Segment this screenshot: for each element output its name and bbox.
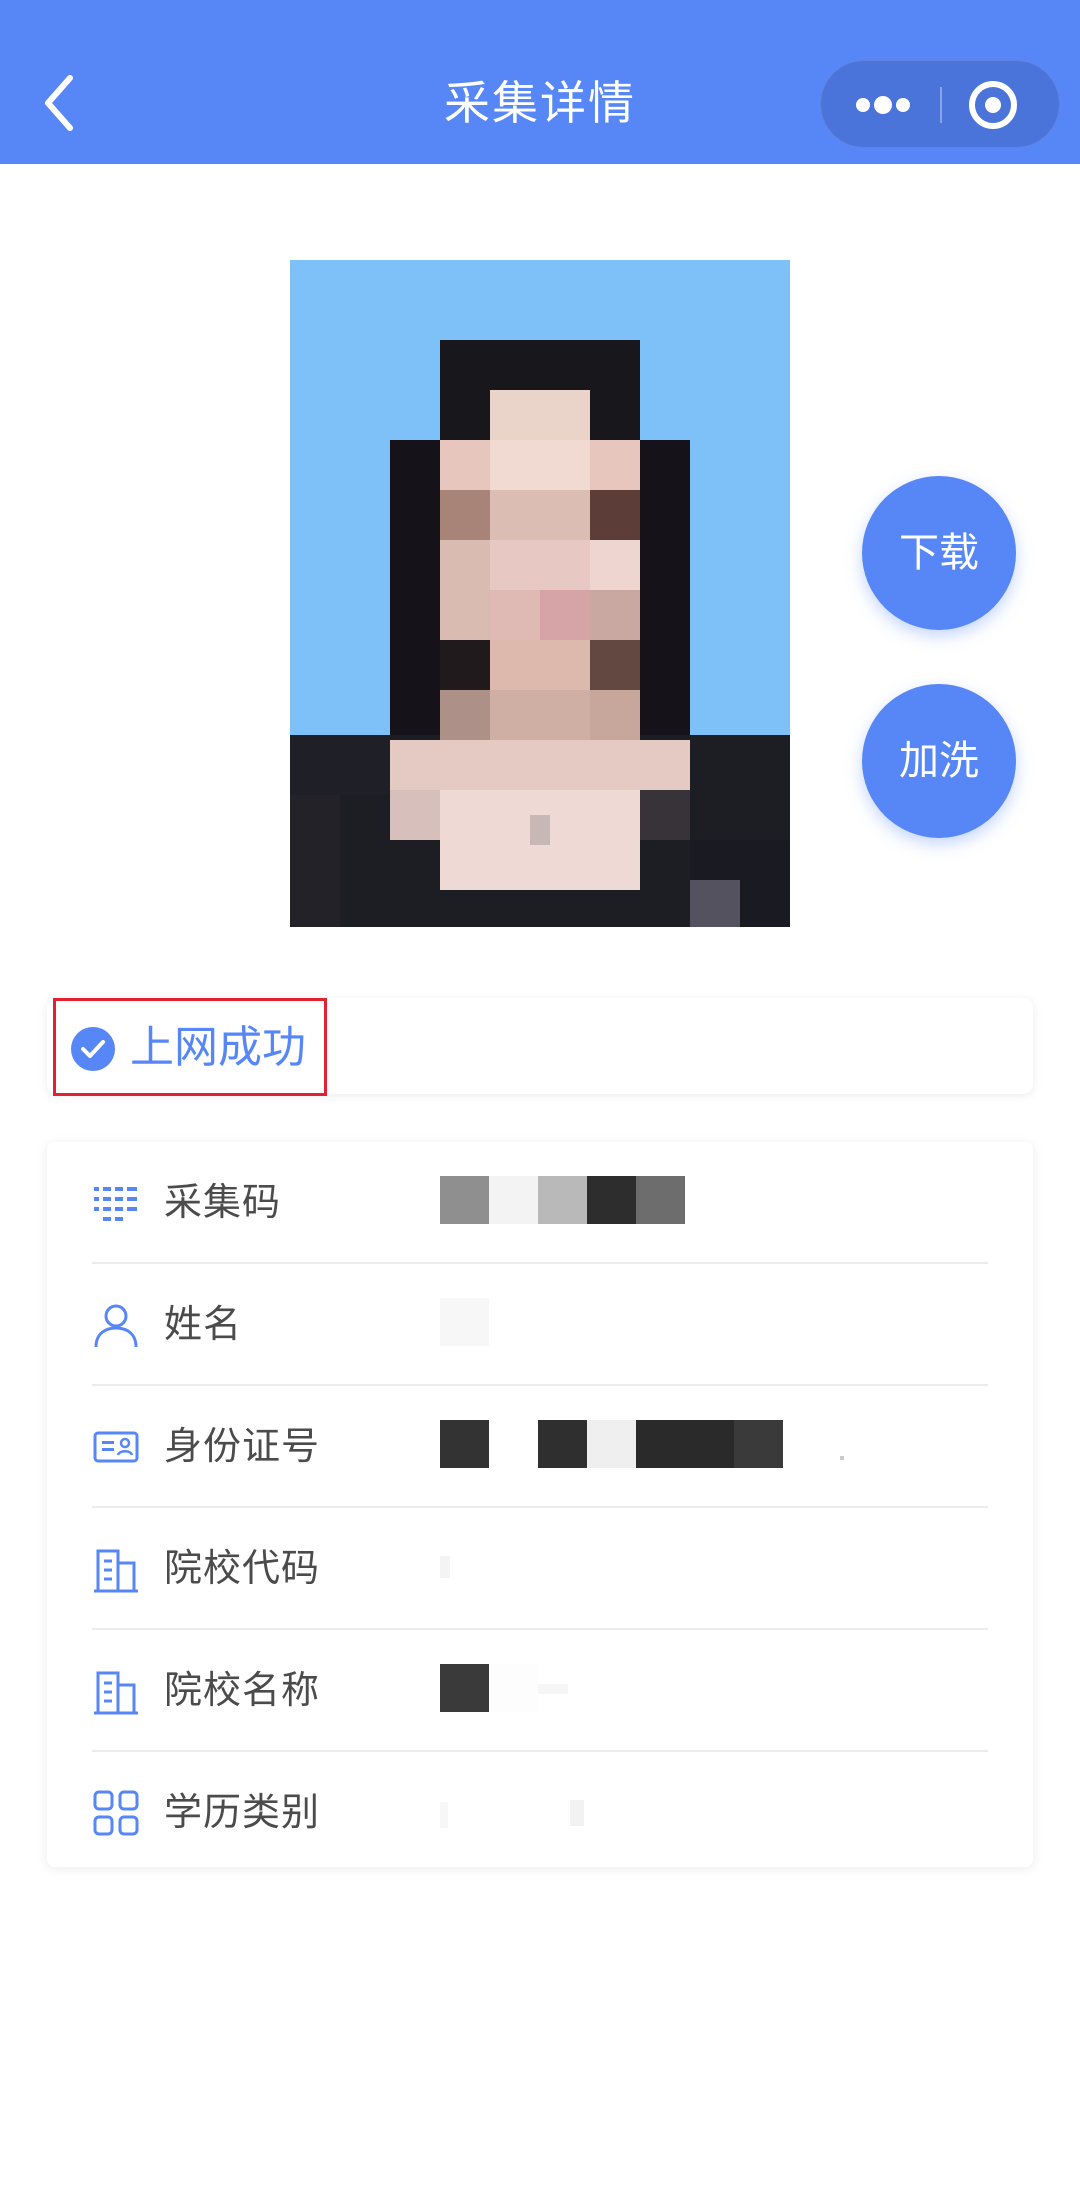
school-code-value <box>440 1540 960 1596</box>
check-circle-icon <box>71 1027 115 1071</box>
redacted-mosaic <box>440 1664 568 1712</box>
pixelated-portrait <box>290 260 790 927</box>
redacted-mosaic <box>440 1298 489 1346</box>
download-button[interactable]: 下载 <box>862 476 1016 630</box>
status-text: 上网成功 <box>130 1022 306 1073</box>
row-label: 身份证号 <box>164 1424 321 1468</box>
grid-icon <box>93 1790 139 1836</box>
list-item: 身份证号 <box>47 1386 1033 1508</box>
redacted-mosaic <box>440 1800 584 1828</box>
row-label: 姓名 <box>164 1302 243 1346</box>
list-item: 姓名 <box>47 1264 1033 1386</box>
education-type-value <box>440 1784 960 1840</box>
nav-bar: 采集详情 <box>0 0 1080 164</box>
redacted-mosaic <box>440 1420 844 1468</box>
list-item: 院校名称 <box>47 1630 1033 1752</box>
building-icon <box>94 1671 138 1715</box>
list-code-icon <box>94 1187 137 1221</box>
redacted-mosaic <box>440 1176 685 1224</box>
collection-code-value <box>440 1174 960 1230</box>
row-label: 院校名称 <box>164 1668 321 1712</box>
list-item: 采集码 <box>47 1142 1033 1264</box>
row-label: 学历类别 <box>164 1790 321 1834</box>
list-item: 院校代码 <box>47 1508 1033 1630</box>
ellipsis-icon <box>856 96 910 114</box>
id-card-icon <box>93 1431 139 1463</box>
row-label: 采集码 <box>164 1180 282 1224</box>
name-value <box>440 1296 960 1352</box>
id-photo <box>290 260 790 927</box>
more-button[interactable] <box>821 61 941 149</box>
target-circle-icon <box>969 81 1017 129</box>
mini-program-capsule <box>820 60 1060 148</box>
list-item: 学历类别 <box>47 1752 1033 1874</box>
reprint-button[interactable]: 加洗 <box>862 684 1016 838</box>
building-icon <box>94 1549 138 1593</box>
id-number-value <box>440 1418 960 1474</box>
close-button[interactable] <box>941 61 1061 149</box>
person-icon <box>94 1304 138 1348</box>
info-card: 采集码 姓名 身份证号 院校代码 院校名称 学历类别 <box>47 1142 1033 1867</box>
row-label: 院校代码 <box>164 1546 321 1590</box>
school-name-value <box>440 1662 960 1718</box>
redacted-mosaic <box>440 1556 450 1578</box>
